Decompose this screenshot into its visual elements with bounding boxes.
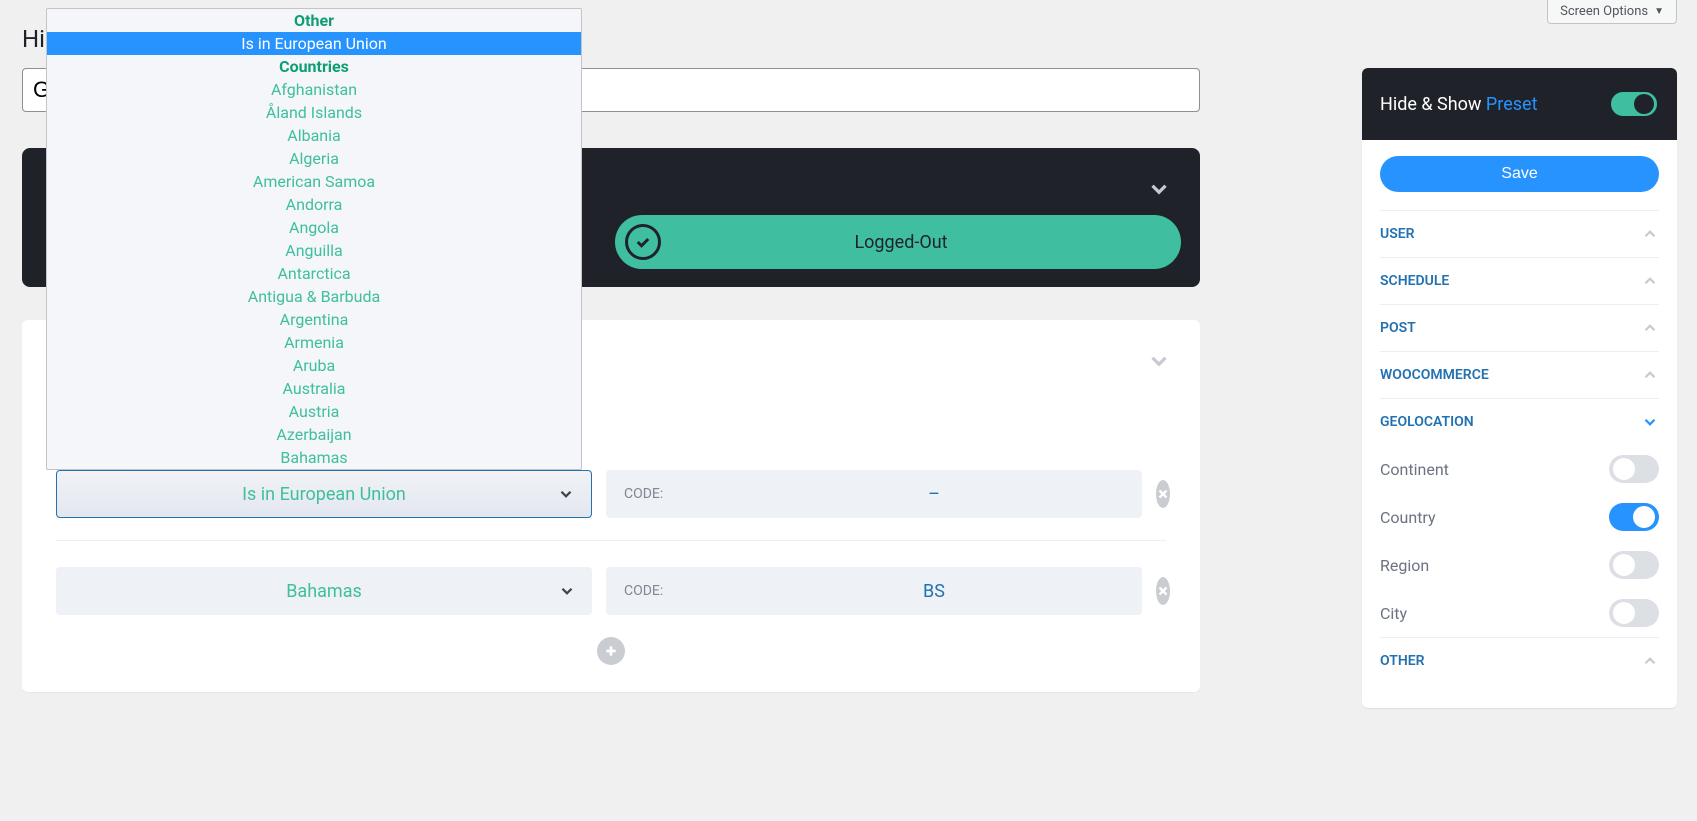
country-select[interactable]: Is in European Union bbox=[56, 470, 592, 518]
geo-country-row: Country bbox=[1380, 493, 1659, 541]
continent-toggle[interactable] bbox=[1609, 455, 1659, 483]
save-button[interactable]: Save bbox=[1380, 156, 1659, 192]
country-toggle[interactable] bbox=[1609, 503, 1659, 531]
code-value: – bbox=[726, 484, 1142, 505]
section-other[interactable]: OTHER bbox=[1380, 637, 1659, 684]
city-toggle[interactable] bbox=[1609, 599, 1659, 627]
dropdown-group-header: Countries bbox=[47, 55, 581, 78]
dropdown-option[interactable]: Armenia bbox=[47, 331, 581, 354]
screen-options-button[interactable]: Screen Options ▼ bbox=[1547, 0, 1677, 24]
remove-row-button[interactable] bbox=[1156, 577, 1170, 605]
select-value: Is in European Union bbox=[242, 484, 406, 505]
section-geolocation[interactable]: GEOLOCATION bbox=[1380, 398, 1659, 445]
rule-row: Bahamas CODE: BS bbox=[56, 567, 1166, 615]
rule-row: Is in European Union CODE: – bbox=[56, 470, 1166, 518]
section-schedule[interactable]: SCHEDULE bbox=[1380, 257, 1659, 304]
geo-region-row: Region bbox=[1380, 541, 1659, 589]
row-divider bbox=[56, 540, 1166, 541]
dropdown-option[interactable]: Afghanistan bbox=[47, 78, 581, 101]
chevron-down-icon[interactable] bbox=[1146, 176, 1172, 202]
logged-out-label: Logged-Out bbox=[661, 232, 1181, 253]
dropdown-option[interactable]: American Samoa bbox=[47, 170, 581, 193]
settings-sidebar: Hide & Show Preset Save USER SCHEDULE PO… bbox=[1362, 68, 1677, 708]
section-woocommerce[interactable]: WOOCOMMERCE bbox=[1380, 351, 1659, 398]
dropdown-option[interactable]: Bahamas bbox=[47, 446, 581, 469]
geo-city-row: City bbox=[1380, 589, 1659, 637]
dropdown-option[interactable]: Antarctica bbox=[47, 262, 581, 285]
country-select[interactable]: Bahamas bbox=[56, 567, 592, 615]
chevron-down-icon bbox=[557, 485, 575, 503]
dropdown-option[interactable]: Angola bbox=[47, 216, 581, 239]
section-post[interactable]: POST bbox=[1380, 304, 1659, 351]
chevron-up-icon bbox=[1641, 225, 1659, 243]
code-value: BS bbox=[726, 581, 1142, 602]
sidebar-title: Hide & Show Preset bbox=[1380, 94, 1537, 115]
country-dropdown-list[interactable]: Other Is in European Union Countries Afg… bbox=[46, 8, 582, 470]
check-circle-icon bbox=[625, 224, 661, 260]
remove-row-button[interactable] bbox=[1156, 480, 1170, 508]
dropdown-option[interactable]: Azerbaijan bbox=[47, 423, 581, 446]
dropdown-option[interactable]: Antigua & Barbuda bbox=[47, 285, 581, 308]
chevron-up-icon bbox=[1641, 366, 1659, 384]
chevron-up-icon bbox=[1641, 272, 1659, 290]
chevron-down-icon bbox=[1641, 413, 1659, 431]
dropdown-option[interactable]: Åland Islands bbox=[47, 101, 581, 124]
sidebar-header: Hide & Show Preset bbox=[1362, 68, 1677, 140]
chevron-down-icon bbox=[558, 582, 576, 600]
region-toggle[interactable] bbox=[1609, 551, 1659, 579]
dropdown-option[interactable]: Is in European Union bbox=[47, 32, 581, 55]
code-display: CODE: BS bbox=[606, 567, 1142, 615]
sidebar-body: Save USER SCHEDULE POST WOOCOMMERCE GEOL… bbox=[1362, 140, 1677, 708]
dropdown-group-header: Other bbox=[47, 9, 581, 32]
code-display: CODE: – bbox=[606, 470, 1142, 518]
section-user[interactable]: USER bbox=[1380, 210, 1659, 257]
screen-options-label: Screen Options bbox=[1560, 4, 1648, 19]
chevron-down-icon[interactable] bbox=[1146, 348, 1172, 374]
dropdown-option[interactable]: Andorra bbox=[47, 193, 581, 216]
page-title: Hi bbox=[22, 25, 45, 53]
add-row-button[interactable] bbox=[597, 637, 625, 665]
dropdown-option[interactable]: Aruba bbox=[47, 354, 581, 377]
caret-down-icon: ▼ bbox=[1654, 6, 1664, 17]
code-label: CODE: bbox=[606, 486, 726, 502]
chevron-up-icon bbox=[1641, 652, 1659, 670]
code-label: CODE: bbox=[606, 583, 726, 599]
dropdown-option[interactable]: Austria bbox=[47, 400, 581, 423]
dropdown-option[interactable]: Australia bbox=[47, 377, 581, 400]
dropdown-option[interactable]: Argentina bbox=[47, 308, 581, 331]
dropdown-option[interactable]: Anguilla bbox=[47, 239, 581, 262]
logged-out-pill[interactable]: Logged-Out bbox=[615, 215, 1181, 269]
geo-continent-row: Continent bbox=[1380, 445, 1659, 493]
chevron-up-icon bbox=[1641, 319, 1659, 337]
dropdown-option[interactable]: Algeria bbox=[47, 147, 581, 170]
dropdown-option[interactable]: Albania bbox=[47, 124, 581, 147]
preset-enabled-toggle[interactable] bbox=[1609, 90, 1659, 118]
select-value: Bahamas bbox=[286, 581, 362, 602]
